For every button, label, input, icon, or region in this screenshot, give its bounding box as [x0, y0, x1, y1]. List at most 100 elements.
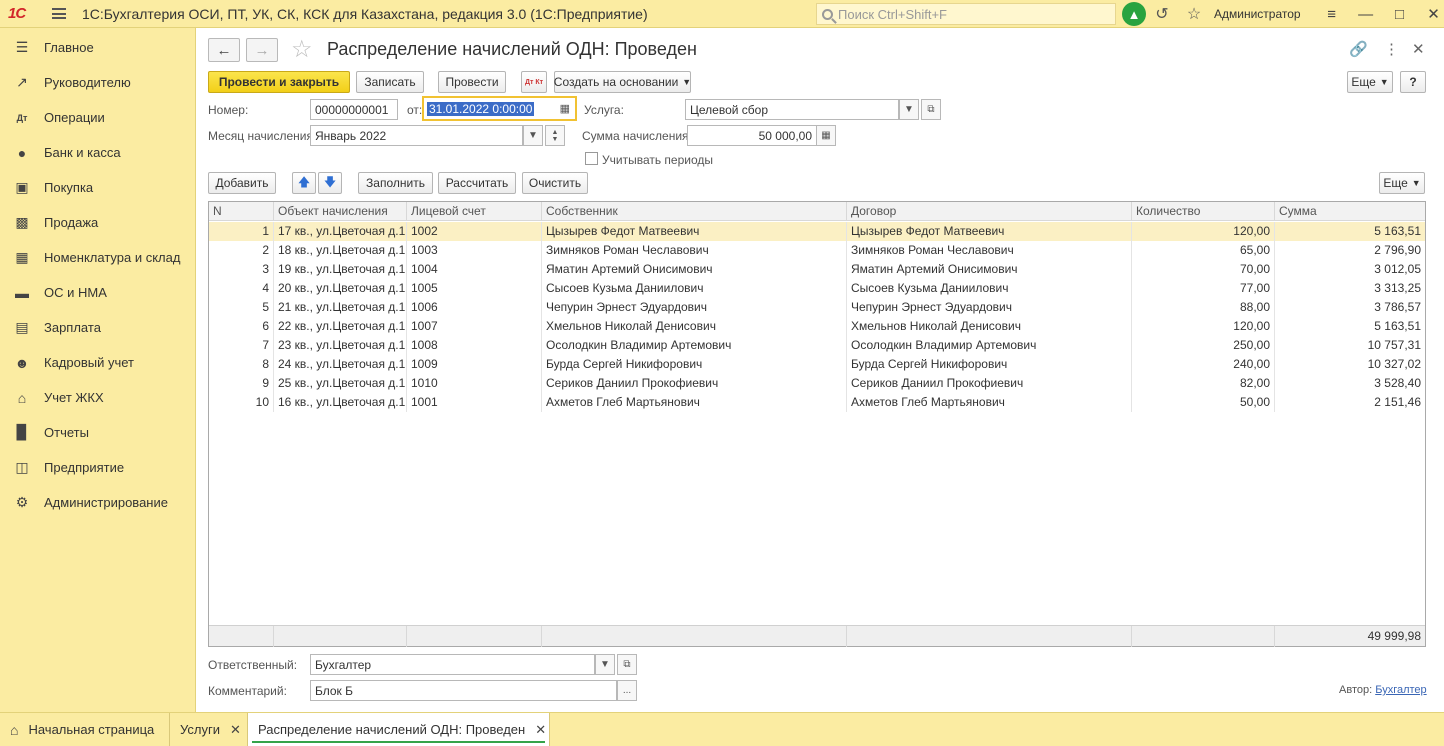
cell-quantity[interactable]: 120,00 [1132, 317, 1275, 336]
service-field[interactable]: Целевой сбор [685, 99, 899, 120]
column-header-owner[interactable]: Собственник [542, 202, 847, 221]
column-header-sum[interactable]: Сумма [1275, 202, 1425, 221]
cell-n[interactable]: 7 [209, 336, 274, 355]
cell-account[interactable]: 1003 [407, 241, 542, 260]
sidebar-item-manager[interactable]: ↗ Руководителю [0, 65, 195, 100]
cell-contract[interactable]: Бурда Сергей Никифорович [847, 355, 1132, 374]
table-row[interactable]: 9 25 кв., ул.Цветочая д.1... 1010 Сериков Д… [209, 374, 1425, 393]
cell-n[interactable]: 2 [209, 241, 274, 260]
cell-account[interactable]: 1004 [407, 260, 542, 279]
cell-n[interactable]: 3 [209, 260, 274, 279]
sidebar-item-admin[interactable]: ⚙ Администрирование [0, 485, 195, 520]
table-row[interactable]: 1 17 кв., ул.Цветочая д.1... 1002 Цызырев Ф… [209, 222, 1425, 241]
sidebar-item-bank[interactable]: ● Банк и касса [0, 135, 195, 170]
cell-object[interactable]: 23 кв., ул.Цветочая д.1... [274, 336, 407, 355]
forward-button[interactable]: → [246, 38, 278, 62]
author-link[interactable]: Бухгалтер [1375, 684, 1426, 696]
cell-sum[interactable]: 5 163,51 [1275, 317, 1425, 336]
more-button[interactable]: Еще ▼ [1347, 71, 1393, 93]
cell-sum[interactable]: 2 796,90 [1275, 241, 1425, 260]
cell-n[interactable]: 1 [209, 222, 274, 241]
calculate-button[interactable]: Рассчитать [438, 172, 516, 194]
cell-quantity[interactable]: 88,00 [1132, 298, 1275, 317]
table-row[interactable]: 3 19 кв., ул.Цветочая д.1... 1004 Яматин Ар… [209, 260, 1425, 279]
current-user[interactable]: Администратор [1214, 7, 1301, 21]
cell-sum[interactable]: 2 151,46 [1275, 393, 1425, 412]
table-row[interactable]: 10 16 кв., ул.Цветочая д.1... 1001 Ахметов … [209, 393, 1425, 412]
close-window-icon[interactable]: ✕ [1417, 5, 1444, 23]
responsible-open-button[interactable]: ⧉ [617, 654, 637, 675]
sidebar-item-enterprise[interactable]: ◫ Предприятие [0, 450, 195, 485]
table-row[interactable]: 8 24 кв., ул.Цветочая д.1... 1009 Бурда Сер… [209, 355, 1425, 374]
cell-owner[interactable]: Ахметов Глеб Мартьянович [542, 393, 847, 412]
dt-kt-button[interactable]: Дт Кт [521, 71, 547, 93]
cell-n[interactable]: 10 [209, 393, 274, 412]
comment-field[interactable]: Блок Б [310, 680, 617, 701]
cell-account[interactable]: 1007 [407, 317, 542, 336]
cell-n[interactable]: 9 [209, 374, 274, 393]
date-field[interactable]: 31.01.2022 0:00:00 ▦ [422, 96, 577, 121]
create-based-on-button[interactable]: Создать на основании ▼ [554, 71, 691, 93]
cell-owner[interactable]: Сериков Даниил Прокофиевич [542, 374, 847, 393]
save-button[interactable]: Записать [356, 71, 424, 93]
sidebar-item-fixed-assets[interactable]: ▬ ОС и НМА [0, 275, 195, 310]
cell-quantity[interactable]: 240,00 [1132, 355, 1275, 374]
cell-sum[interactable]: 3 528,40 [1275, 374, 1425, 393]
favorites-star-icon[interactable]: ☆ [1178, 4, 1210, 24]
history-icon[interactable]: ↺ [1146, 4, 1178, 24]
cell-sum[interactable]: 10 757,31 [1275, 336, 1425, 355]
cell-owner[interactable]: Сысоев Кузьма Даниилович [542, 279, 847, 298]
cell-quantity[interactable]: 65,00 [1132, 241, 1275, 260]
cell-quantity[interactable]: 50,00 [1132, 393, 1275, 412]
close-tab-icon[interactable]: ✕ [535, 722, 546, 738]
cell-owner[interactable]: Бурда Сергей Никифорович [542, 355, 847, 374]
maximize-icon[interactable]: □ [1383, 6, 1417, 23]
sidebar-item-nomenclature[interactable]: ▦ Номенклатура и склад [0, 240, 195, 275]
cell-contract[interactable]: Чепурин Эрнест Эдуардович [847, 298, 1132, 317]
help-button[interactable]: ? [1400, 71, 1426, 93]
close-tab-icon[interactable]: ✕ [230, 722, 241, 738]
column-header-account[interactable]: Лицевой счет [407, 202, 542, 221]
cell-quantity[interactable]: 120,00 [1132, 222, 1275, 241]
cell-owner[interactable]: Яматин Артемий Онисимович [542, 260, 847, 279]
cell-object[interactable]: 17 кв., ул.Цветочая д.1... [274, 222, 407, 241]
cell-contract[interactable]: Сысоев Кузьма Даниилович [847, 279, 1132, 298]
responsible-field[interactable]: Бухгалтер [310, 654, 595, 675]
service-dropdown-button[interactable]: ▼ [899, 99, 919, 120]
column-header-contract[interactable]: Договор [847, 202, 1132, 221]
sidebar-item-hr[interactable]: ☻ Кадровый учет [0, 345, 195, 380]
more-actions-icon[interactable]: ⋮ [1384, 40, 1399, 58]
cell-account[interactable]: 1002 [407, 222, 542, 241]
sidebar-item-salary[interactable]: ▤ Зарплата [0, 310, 195, 345]
table-more-button[interactable]: Еще ▼ [1379, 172, 1425, 194]
cell-quantity[interactable]: 82,00 [1132, 374, 1275, 393]
tab-home-page[interactable]: ⌂ Начальная страница [0, 713, 170, 746]
month-stepper[interactable]: ▲ ▼ [545, 125, 565, 146]
number-field[interactable]: 00000000001 [310, 99, 398, 120]
sidebar-item-purchase[interactable]: ▣ Покупка [0, 170, 195, 205]
cell-n[interactable]: 8 [209, 355, 274, 374]
cell-contract[interactable]: Цызырев Федот Матвеевич [847, 222, 1132, 241]
column-header-quantity[interactable]: Количество [1132, 202, 1275, 221]
search-box[interactable]: Поиск Ctrl+Shift+F [816, 3, 1116, 25]
service-open-button[interactable]: ⧉ [921, 99, 941, 120]
responsible-dropdown-button[interactable]: ▼ [595, 654, 615, 675]
cell-n[interactable]: 4 [209, 279, 274, 298]
cell-account[interactable]: 1009 [407, 355, 542, 374]
cell-owner[interactable]: Хмельнов Николай Денисович [542, 317, 847, 336]
cell-object[interactable]: 24 кв., ул.Цветочая д.1... [274, 355, 407, 374]
cell-object[interactable]: 19 кв., ул.Цветочая д.1... [274, 260, 407, 279]
move-up-button[interactable]: 🡅 [292, 172, 316, 194]
table-row[interactable]: 7 23 кв., ул.Цветочая д.1... 1008 Осолодкин… [209, 336, 1425, 355]
sidebar-item-housing[interactable]: ⌂ Учет ЖКХ [0, 380, 195, 415]
cell-contract[interactable]: Ахметов Глеб Мартьянович [847, 393, 1132, 412]
column-header-object[interactable]: Объект начисления [274, 202, 407, 221]
cell-contract[interactable]: Осолодкин Владимир Артемович [847, 336, 1132, 355]
cell-quantity[interactable]: 70,00 [1132, 260, 1275, 279]
cell-n[interactable]: 5 [209, 298, 274, 317]
tab-services[interactable]: Услуги ✕ [170, 713, 248, 746]
cell-account[interactable]: 1001 [407, 393, 542, 412]
cell-contract[interactable]: Яматин Артемий Онисимович [847, 260, 1132, 279]
cell-contract[interactable]: Зимняков Роман Чеславович [847, 241, 1132, 260]
comment-edit-button[interactable]: ... [617, 680, 637, 701]
